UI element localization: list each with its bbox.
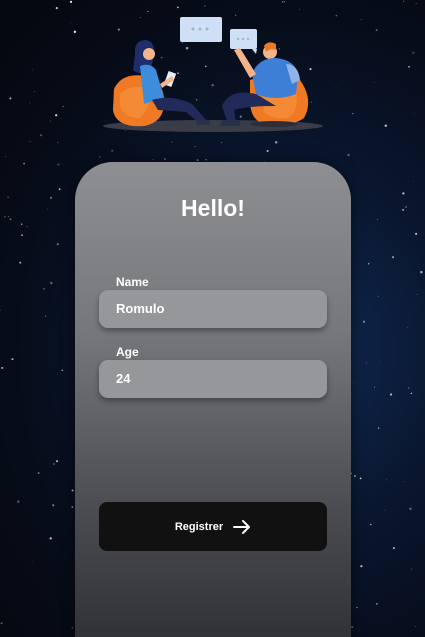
register-button-label: Registrer xyxy=(174,520,224,533)
age-label: Age xyxy=(116,345,139,359)
register-button[interactable]: Registrer xyxy=(99,502,327,551)
greeting-title: Hello! xyxy=(181,195,245,221)
arrow-right-icon xyxy=(233,519,251,534)
conversation-illustration xyxy=(103,17,323,132)
name-label: Name xyxy=(116,275,149,289)
age-input[interactable]: 24 xyxy=(99,360,327,398)
name-input[interactable]: Romulo xyxy=(99,290,327,328)
registration-card: Hello! Name Romulo Age 24 Registrer xyxy=(75,162,351,637)
